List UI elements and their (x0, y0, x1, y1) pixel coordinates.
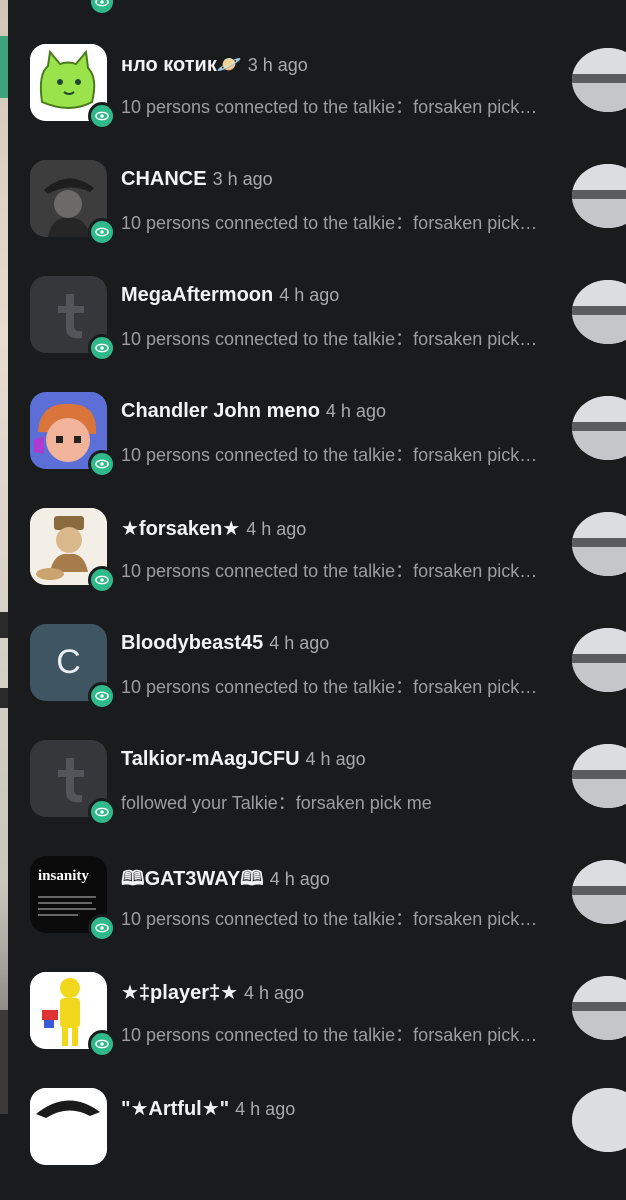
timestamp: 4 h ago (325, 401, 386, 421)
name-line: CHANCE 3 h ago (121, 168, 536, 191)
user-name[interactable]: нло котик🪐 (121, 54, 242, 76)
notification-message: 10 persons connected to the talkie：forsa… (121, 445, 541, 465)
timestamp: 4 h ago (269, 633, 330, 653)
user-name[interactable]: Talkior-mAagJCFU (121, 748, 300, 770)
name-line: Chandler John meno 4 h ago (121, 400, 536, 423)
eye-badge-icon (88, 1030, 116, 1058)
user-name[interactable]: ★forsaken★ (121, 518, 240, 540)
notification-row[interactable]: нло котик🪐 3 h ago 10 persons connected t… (8, 40, 626, 156)
timestamp: 3 h ago (212, 169, 273, 189)
user-name[interactable]: Bloodybeast45 (121, 632, 263, 654)
eye-badge-icon (88, 450, 116, 478)
user-name[interactable]: ★‡player‡★ (121, 982, 238, 1004)
timestamp: 4 h ago (246, 519, 307, 539)
timestamp: 3 h ago (247, 55, 308, 75)
name-line: ★‡player‡★ 4 h ago (121, 980, 536, 1005)
notification-row[interactable]: Talkior-mAagJCFU 4 h ago followed your Ta… (8, 736, 626, 852)
name-line: нло котик🪐 3 h ago (121, 52, 536, 77)
talkie-thumbnail[interactable] (572, 860, 626, 924)
eye-badge-icon (88, 218, 116, 246)
talkie-thumbnail[interactable] (572, 512, 626, 576)
notification-row[interactable]: C Bloodybeast45 4 h ago 10 persons connec… (8, 620, 626, 736)
timestamp: 4 h ago (235, 1099, 296, 1119)
timestamp: 4 h ago (244, 983, 305, 1003)
eye-badge-icon (88, 102, 116, 130)
user-name[interactable]: MegaAftermoon (121, 284, 273, 306)
avatar-letter: C (56, 643, 81, 681)
talkie-thumbnail[interactable] (572, 744, 626, 808)
notification-message: 10 persons connected to the talkie：forsa… (121, 97, 541, 117)
talkie-thumbnail[interactable] (572, 280, 626, 344)
name-line: ★forsaken★ 4 h ago (121, 516, 536, 541)
name-line: "★Artful★" 4 h ago (121, 1096, 536, 1121)
notification-message: 10 persons connected to the talkie：forsa… (121, 213, 541, 233)
eye-badge-icon (88, 682, 116, 710)
notification-message: 10 persons connected to the talkie：forsa… (121, 561, 541, 581)
notification-message: 10 persons connected to the talkie：forsa… (121, 677, 541, 697)
talkie-thumbnail[interactable] (572, 976, 626, 1040)
notification-row[interactable]: insanity 🕮GAT3WAY🕮 4 h ago 10 persons con… (8, 852, 626, 968)
talkie-thumbnail[interactable] (572, 396, 626, 460)
notification-message: 10 persons connected to the talkie：forsa… (121, 909, 541, 929)
eye-badge-icon (88, 0, 116, 16)
notification-list[interactable]: нло котик🪐 3 h ago 10 persons connected t… (8, 0, 626, 1165)
notification-message: followed your Talkie：forsaken pick me (121, 793, 432, 813)
talkie-thumbnail[interactable] (572, 1088, 626, 1152)
notification-message: 10 persons connected to the talkie：forsa… (121, 1025, 541, 1045)
eye-badge-icon (88, 798, 116, 826)
user-name[interactable]: CHANCE (121, 168, 207, 190)
name-line: MegaAftermoon 4 h ago (121, 284, 536, 307)
background-app-edge (0, 0, 8, 1114)
timestamp: 4 h ago (269, 869, 330, 889)
user-name[interactable]: Chandler John meno (121, 400, 320, 422)
name-line: Bloodybeast45 4 h ago (121, 632, 536, 655)
dark-hat-character-avatar-icon[interactable] (30, 1088, 107, 1165)
talkie-thumbnail[interactable] (572, 48, 626, 112)
eye-badge-icon (88, 914, 116, 942)
notification-row[interactable]: ★forsaken★ 4 h ago 10 persons connected t… (8, 504, 626, 620)
notification-row[interactable]: CHANCE 3 h ago 10 persons connected to th… (8, 156, 626, 272)
user-name[interactable]: 🕮GAT3WAY🕮 (121, 868, 264, 890)
eye-badge-icon (88, 566, 116, 594)
notification-row[interactable]: MegaAftermoon 4 h ago 10 persons connecte… (8, 272, 626, 388)
notification-row[interactable]: Chandler John meno 4 h ago 10 persons con… (8, 388, 626, 504)
notification-row[interactable]: ★‡player‡★ 4 h ago 10 persons connected t… (8, 968, 626, 1084)
timestamp: 4 h ago (279, 285, 340, 305)
avatar-text: insanity (38, 868, 89, 884)
name-line: 🕮GAT3WAY🕮 4 h ago (121, 864, 536, 898)
name-line: Talkior-mAagJCFU 4 h ago (121, 748, 536, 771)
user-name[interactable]: "★Artful★" (121, 1098, 229, 1120)
notification-message: 10 persons connected to the talkie：forsa… (121, 329, 541, 349)
timestamp: 4 h ago (305, 749, 366, 769)
eye-badge-icon (88, 334, 116, 362)
notification-row[interactable]: "★Artful★" 4 h ago (8, 1084, 626, 1200)
talkie-thumbnail[interactable] (572, 164, 626, 228)
talkie-thumbnail[interactable] (572, 628, 626, 692)
